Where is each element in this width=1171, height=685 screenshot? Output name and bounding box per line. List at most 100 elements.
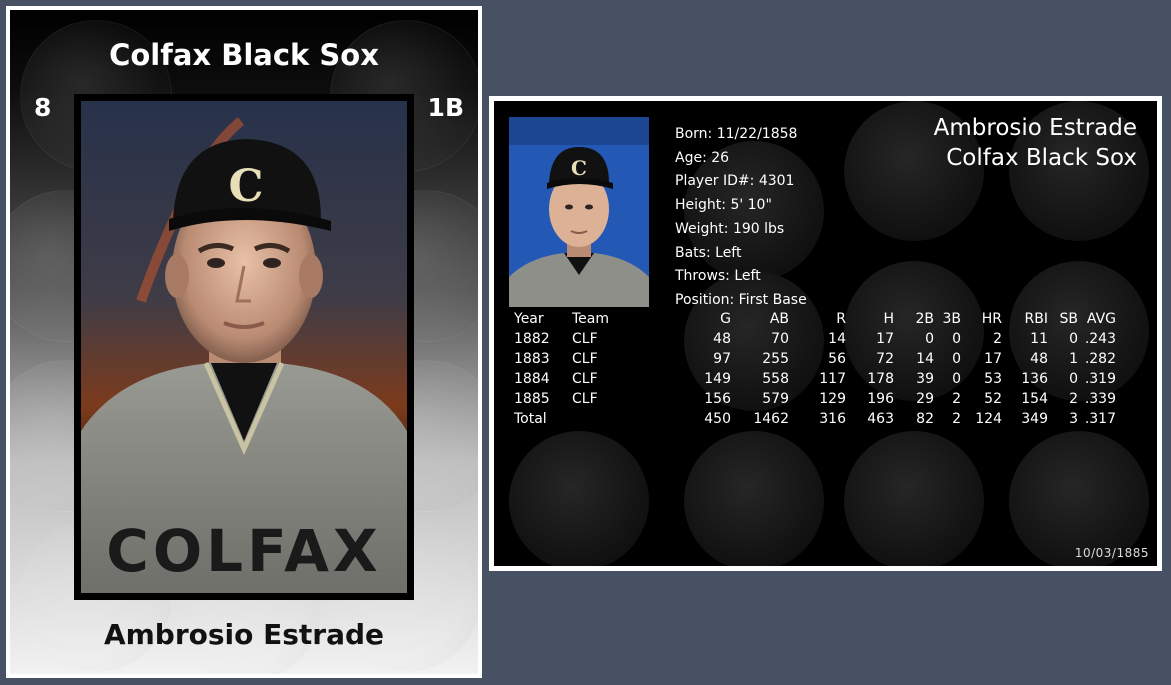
player-thumbnail: C: [509, 117, 649, 307]
cap-logo: C: [228, 161, 263, 212]
front-card: Colfax Black Sox 8 1B COLFAX C Ambrosio …: [6, 6, 482, 678]
stats-cell: 39: [916, 371, 934, 387]
stats-cell: 0: [1069, 371, 1078, 387]
stats-row: 1883 CLF 97 255 56 72 14 0 17 48 1 .282: [510, 349, 1116, 369]
svg-text:C: C: [571, 156, 587, 180]
stats-cell: 178: [867, 371, 894, 387]
stats-cell: 196: [867, 391, 894, 407]
stats-cell: 129: [819, 391, 846, 407]
stats-cell: 2: [993, 331, 1002, 347]
stats-cell: 70: [771, 331, 789, 347]
jersey-lettering: COLFAX: [106, 517, 381, 585]
stats-cell: 154: [1021, 391, 1048, 407]
stats-cell: 124: [975, 411, 1002, 427]
career-stats-table: Year Team G AB R H 2B 3B HR RBI SB AVG 1…: [510, 309, 1116, 429]
stats-cell: 0: [925, 331, 934, 347]
stats-cell: 11: [1030, 331, 1048, 347]
stats-cell: 17: [984, 351, 1002, 367]
jersey-number: 8: [34, 93, 52, 122]
card-date: 10/03/1885: [1074, 546, 1149, 560]
stats-cell: 56: [828, 351, 846, 367]
throws-text: Throws: Left: [675, 268, 761, 285]
stats-cell: 0: [952, 331, 961, 347]
stats-cell: 316: [819, 411, 846, 427]
stats-cell: 0: [952, 351, 961, 367]
born-text: Born: 11/22/1858: [675, 126, 798, 142]
stats-cell: 450: [704, 411, 731, 427]
stats-cell: 17: [876, 331, 894, 347]
front-team-name: Colfax Black Sox: [109, 38, 379, 72]
stats-cell: 53: [984, 371, 1002, 387]
stats-cell: 149: [704, 371, 731, 387]
stats-cell: 48: [713, 331, 731, 347]
stats-cell: 2: [952, 391, 961, 407]
height-text: Height: 5' 10": [675, 197, 772, 214]
stats-cell: .317: [1084, 411, 1116, 427]
stats-cell: 82: [916, 411, 934, 427]
stats-cell: 29: [916, 391, 934, 407]
stats-cell: 2: [1069, 391, 1078, 407]
stats-cell: 14: [916, 351, 934, 367]
stats-cell: 0: [952, 371, 961, 387]
player-id-text: Player ID#: 4301: [675, 173, 795, 190]
stats-cell: CLF: [572, 331, 598, 347]
stats-cell: 72: [876, 351, 894, 367]
stats-cell: CLF: [572, 391, 598, 407]
player-portrait: COLFAX C: [81, 101, 407, 593]
front-player-name: Ambrosio Estrade: [103, 618, 385, 651]
stats-header: SB: [1059, 311, 1079, 327]
stats-cell: Total: [514, 411, 547, 427]
stats-cell: 1885: [514, 391, 550, 407]
stats-row: 1882 CLF 48 70 14 17 0 0 2 11 0 .243: [510, 329, 1116, 349]
stats-cell: 463: [867, 411, 894, 427]
stats-cell: 1462: [753, 411, 789, 427]
stats-cell: CLF: [572, 371, 598, 387]
stats-cell: 0: [1069, 331, 1078, 347]
stats-cell: .282: [1084, 351, 1116, 367]
player-info: Born: 11/22/1858 Age: 26 Player ID#: 430…: [675, 123, 807, 313]
stats-cell: 97: [713, 351, 731, 367]
stats-cell: [572, 409, 664, 429]
stats-header: Year: [514, 311, 544, 327]
portrait-frame: COLFAX C: [74, 94, 414, 600]
stats-header: AVG: [1086, 311, 1116, 327]
stats-row: 1885 CLF 156 579 129 196 29 2 52 154 2 .…: [510, 389, 1116, 409]
stats-header: G: [720, 311, 731, 327]
stats-total-row: Total 450 1462 316 463 82 2 124 349 3 .3…: [510, 409, 1116, 429]
age-text: Age: 26: [675, 149, 730, 166]
weight-text: Weight: 190 lbs: [675, 220, 785, 237]
player-portrait-image: COLFAX C: [81, 101, 407, 593]
stats-cell: 349: [1021, 411, 1048, 427]
stats-cell: 3: [1069, 411, 1078, 427]
stats-cell: 2: [952, 411, 961, 427]
stats-row: 1884 CLF 149 558 117 178 39 0 53 136 0 .…: [510, 369, 1116, 389]
bats-text: Bats: Left: [675, 244, 742, 261]
stats-cell: 117: [819, 371, 846, 387]
stats-header-row: Year Team G AB R H 2B 3B HR RBI SB AVG: [510, 309, 1116, 329]
stats-header: 3B: [942, 311, 961, 327]
stats-cell: 255: [762, 351, 789, 367]
back-team-name: Colfax Black Sox: [946, 145, 1137, 171]
stats-header: Team: [572, 311, 610, 327]
stats-cell: 48: [1030, 351, 1048, 367]
stats-cell: 1882: [514, 331, 550, 347]
stats-header: AB: [769, 311, 789, 327]
stats-cell: 14: [828, 331, 846, 347]
stats-header: R: [836, 311, 846, 327]
back-card: C Born: 11/22/1858 Age: 26 Player ID#: 4…: [489, 96, 1162, 571]
stats-cell: .339: [1084, 391, 1116, 407]
back-player-name: Ambrosio Estrade: [933, 115, 1137, 141]
stats-cell: 136: [1021, 371, 1048, 387]
stats-cell: .243: [1084, 331, 1116, 347]
stats-cell: 579: [762, 391, 789, 407]
stats-cell: 1884: [514, 371, 550, 387]
stats-header: RBI: [1024, 311, 1048, 327]
stats-cell: 1: [1069, 351, 1078, 367]
stats-cell: .319: [1084, 371, 1116, 387]
stats-cell: 52: [984, 391, 1002, 407]
stats-cell: 156: [704, 391, 731, 407]
stats-header: H: [883, 311, 894, 327]
stats-header: HR: [981, 311, 1002, 327]
stats-cell: 558: [762, 371, 789, 387]
stats-header: 2B: [915, 311, 934, 327]
